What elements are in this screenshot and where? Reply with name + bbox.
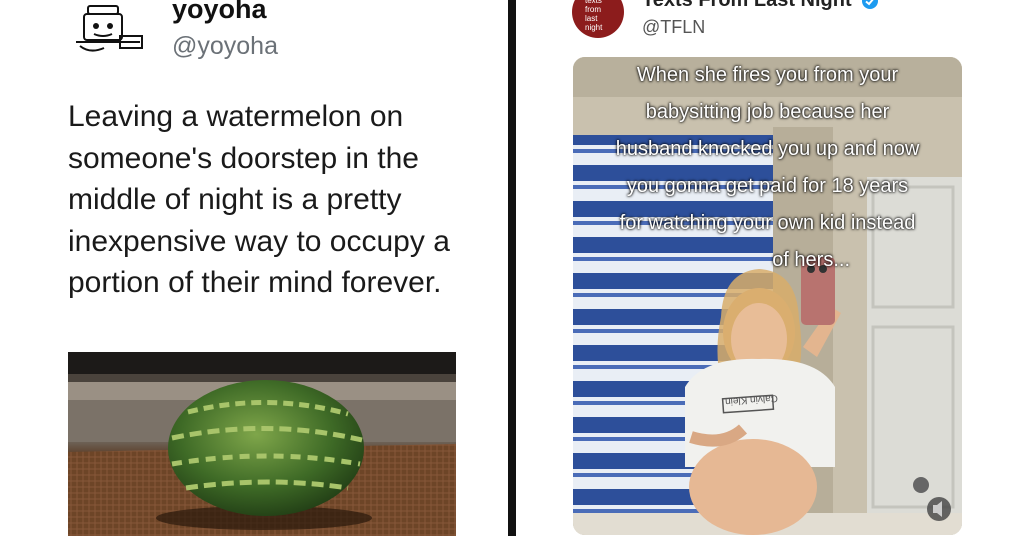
watermelon-photo[interactable] xyxy=(68,352,456,536)
account-name-row[interactable]: Texts From Last Night xyxy=(642,0,879,12)
caption-line: babysitting job because her xyxy=(645,101,890,123)
avatar-word: night xyxy=(585,23,603,32)
user-handle[interactable]: @yoyoha xyxy=(172,32,278,61)
watermelon-image xyxy=(68,352,456,536)
verified-badge-icon xyxy=(862,0,879,9)
panel-divider xyxy=(508,0,516,536)
caption-line: you gonna get paid for 18 years xyxy=(626,175,909,197)
left-tweet-card: yoyoha @yoyoha Leaving a watermelon on s… xyxy=(0,0,508,536)
cartoon-avatar-icon xyxy=(76,5,143,52)
right-tweet-card: texts from last night Texts From Last Ni… xyxy=(516,0,1024,536)
caption-line: of hers... xyxy=(772,249,850,271)
username[interactable]: yoyoha xyxy=(172,0,267,25)
photo-caption: When she fires you from your babysitting… xyxy=(573,57,962,279)
account-name: Texts From Last Night xyxy=(642,0,852,11)
avatar-word: last xyxy=(585,14,598,23)
caption-line: When she fires you from your xyxy=(636,64,899,86)
tweet-text: Leaving a watermelon on someone's doorst… xyxy=(68,100,450,299)
caption-line: for watching your own kid instead xyxy=(619,212,916,234)
selfie-photo[interactable]: When she fires you from your babysitting… xyxy=(573,57,962,535)
caption-line: husband knocked you up and now xyxy=(615,138,920,160)
account-handle[interactable]: @TFLN xyxy=(642,17,705,38)
user-avatar[interactable] xyxy=(70,2,150,62)
tfln-avatar[interactable]: texts from last night xyxy=(572,0,624,38)
avatar-word: from xyxy=(585,5,601,14)
